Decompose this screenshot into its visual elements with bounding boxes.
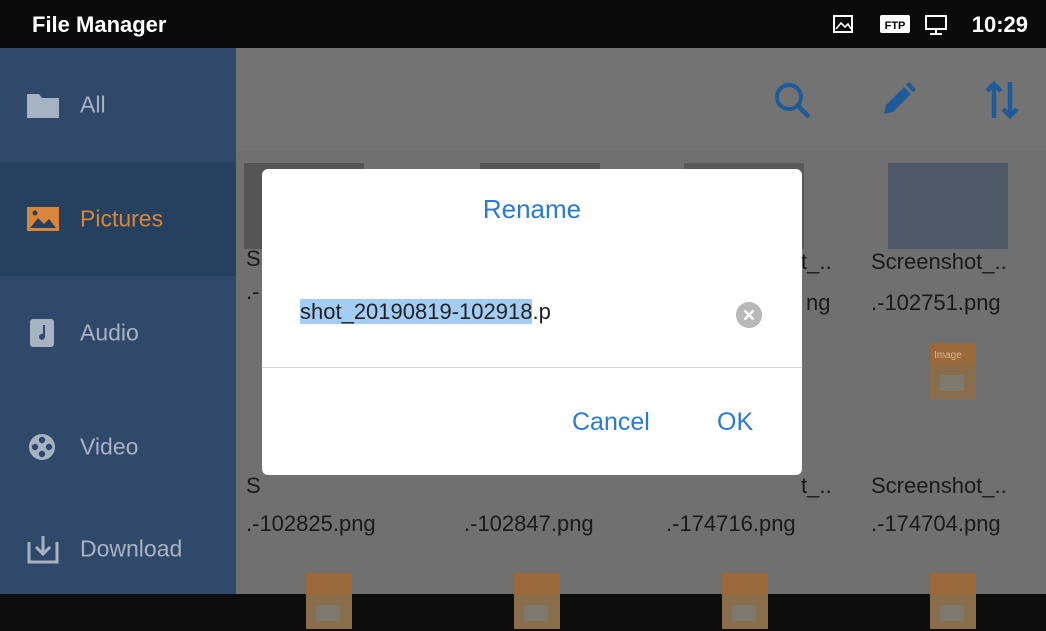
filename-input[interactable]: shot_20190819-102918.p xyxy=(300,299,551,325)
app-title: File Manager xyxy=(32,12,167,37)
sidebar-item-label: All xyxy=(80,91,106,118)
sidebar: All Pictures Audio Video Download xyxy=(0,48,236,594)
film-reel-icon xyxy=(29,434,55,460)
clock: 10:29 xyxy=(971,12,1028,37)
file-name: t_.. xyxy=(801,473,832,498)
sidebar-item-label: Pictures xyxy=(80,205,164,232)
dialog-divider xyxy=(262,367,802,368)
file-name: S xyxy=(246,473,261,498)
download-icon xyxy=(27,536,59,564)
sidebar-item-pictures[interactable]: Pictures xyxy=(0,162,236,276)
file-name: .-102751.png xyxy=(871,290,1001,315)
dialog-title: Rename xyxy=(482,194,582,224)
ethernet-icon xyxy=(925,15,947,35)
music-icon xyxy=(30,319,54,347)
file-name: ng xyxy=(806,290,831,315)
sidebar-item-download[interactable]: Download xyxy=(0,504,236,594)
image-icon-label: Image xyxy=(934,350,962,361)
image-file-icon[interactable] xyxy=(512,571,562,631)
ok-button[interactable]: OK xyxy=(717,408,753,437)
search-icon[interactable] xyxy=(770,78,814,122)
image-file-icon[interactable] xyxy=(304,571,354,631)
sidebar-item-label: Audio xyxy=(80,319,139,346)
cancel-button[interactable]: Cancel xyxy=(572,408,650,437)
file-name: .-102825.png xyxy=(246,511,376,536)
folder-icon xyxy=(27,94,59,118)
file-name: .-174704.png xyxy=(871,511,1001,536)
toolbar xyxy=(236,48,1046,151)
file-thumbnail[interactable] xyxy=(888,163,1008,249)
file-name: .-174716.png xyxy=(666,511,796,536)
image-file-icon[interactable]: Image xyxy=(928,341,978,401)
file-name: S xyxy=(246,246,261,271)
file-name: t_.. xyxy=(801,249,832,274)
ftp-label: FTP xyxy=(885,20,906,32)
sort-icon[interactable] xyxy=(980,78,1024,122)
sidebar-item-video[interactable]: Video xyxy=(0,390,236,504)
sidebar-item-label: Download xyxy=(80,535,183,562)
image-icon xyxy=(27,207,59,231)
rename-dialog: Rename shot_20190819-102918.p Cancel OK xyxy=(262,169,802,475)
ftp-icon: FTP xyxy=(880,15,910,33)
status-bar: File Manager FTP 10:29 xyxy=(0,0,1046,48)
edit-icon[interactable] xyxy=(876,78,920,122)
image-file-icon[interactable] xyxy=(928,571,978,631)
file-name: .-102847.png xyxy=(464,511,594,536)
selected-text: shot_20190819-102918 xyxy=(300,299,533,324)
screenshot-icon xyxy=(833,15,853,33)
sidebar-item-audio[interactable]: Audio xyxy=(0,276,236,390)
file-name: Screenshot_.. xyxy=(871,249,1007,274)
file-name: Screenshot_.. xyxy=(871,473,1007,498)
sidebar-item-all[interactable]: All xyxy=(0,48,236,162)
clear-input-icon[interactable] xyxy=(736,302,762,328)
sidebar-item-label: Video xyxy=(80,433,139,460)
file-name: .- xyxy=(246,279,260,304)
image-file-icon[interactable] xyxy=(720,571,770,631)
unselected-text: .p xyxy=(532,299,551,324)
